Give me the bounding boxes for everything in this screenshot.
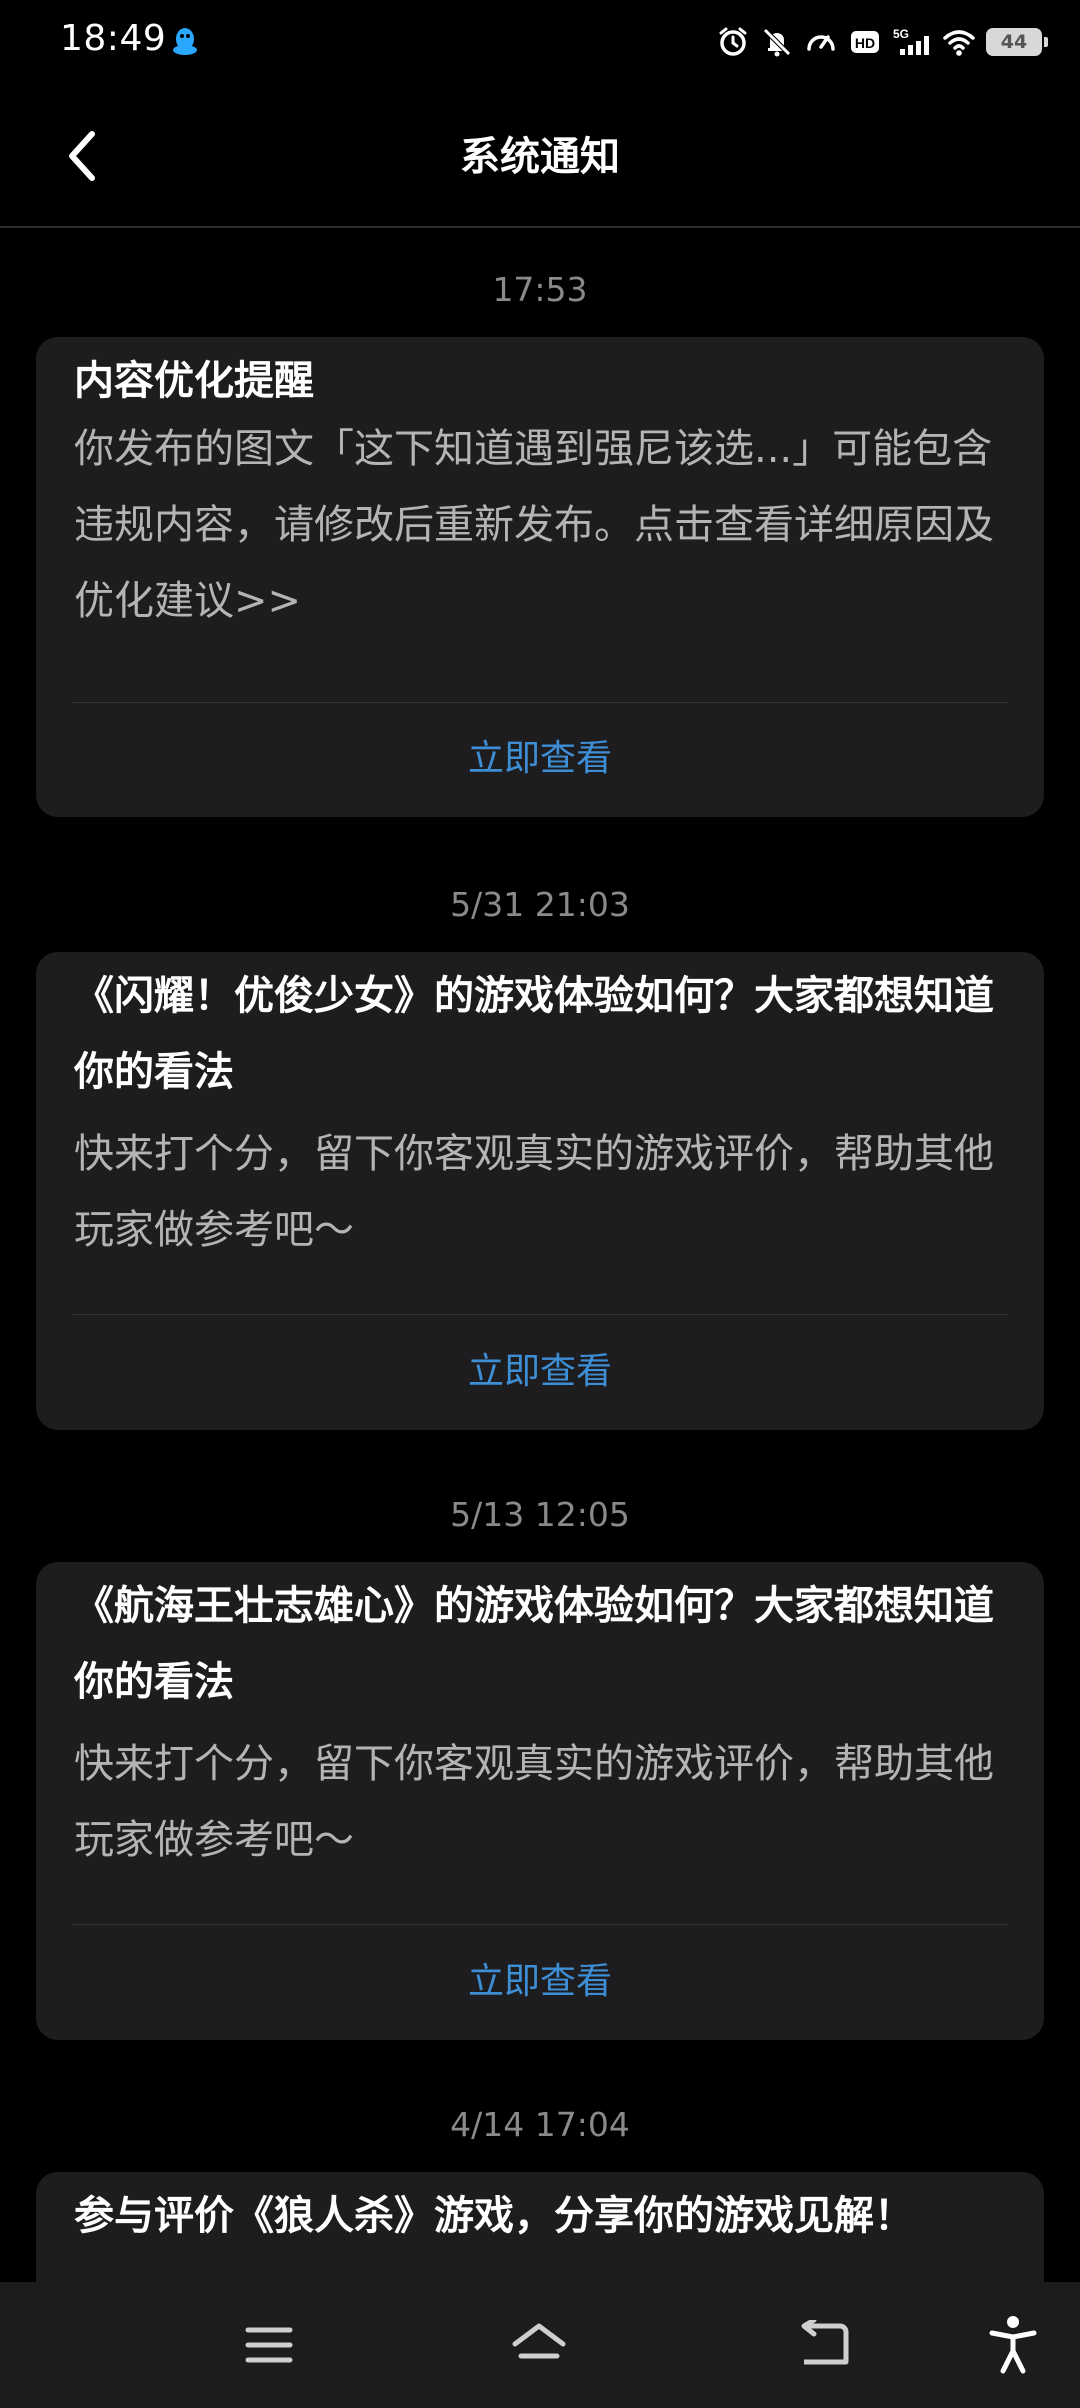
- view-now-link[interactable]: 立即查看: [36, 1952, 1044, 2004]
- svg-text:HD: HD: [855, 35, 875, 51]
- card-divider: [72, 702, 1008, 703]
- card-divider: [72, 1314, 1008, 1315]
- qq-penguin-icon: [173, 28, 197, 55]
- system-nav-bar: [0, 2282, 1080, 2408]
- alarm-icon: [719, 27, 747, 56]
- accessibility-button[interactable]: [980, 2312, 1046, 2378]
- status-time: 18:49: [60, 18, 167, 59]
- card-divider: [72, 1924, 1008, 1925]
- data-saver-icon: [807, 35, 835, 51]
- wifi-icon: [943, 30, 975, 56]
- notification-title: 《航海王壮志雄心》的游戏体验如何？大家都想知道你的看法: [74, 1583, 994, 1705]
- notification-timestamp: 5/31 21:03: [450, 885, 630, 924]
- notification-card[interactable]: 内容优化提醒 你发布的图文「这下知道遇到强尼该选...」可能包含违规内容，请修改…: [36, 337, 1044, 817]
- notification-timestamp: 4/14 17:04: [450, 2105, 630, 2144]
- status-icons: HD 5G 44: [716, 20, 1048, 64]
- svg-text:5G: 5G: [893, 27, 909, 41]
- notification-title: 内容优化提醒: [74, 358, 314, 404]
- view-now-link[interactable]: 立即查看: [36, 1342, 1044, 1394]
- battery-indicator: 44: [986, 28, 1048, 56]
- menu-button[interactable]: [236, 2312, 302, 2378]
- notification-timestamp: 17:53: [492, 270, 588, 309]
- notification-body: 快来打个分，留下你客观真实的游戏评价，帮助其他玩家做参考吧～: [74, 1131, 994, 1253]
- home-button[interactable]: [506, 2312, 572, 2378]
- hd-icon: HD: [851, 31, 879, 53]
- home-icon: [512, 2323, 566, 2359]
- mute-icon: [763, 28, 791, 57]
- notification-card[interactable]: 《航海王壮志雄心》的游戏体验如何？大家都想知道你的看法 快来打个分，留下你客观真…: [36, 1562, 1044, 2040]
- notification-card[interactable]: 参与评价《狼人杀》游戏，分享你的游戏见解！: [36, 2172, 1044, 2282]
- notification-timestamp: 5/13 12:05: [450, 1495, 630, 1534]
- notification-title: 《闪耀！优俊少女》的游戏体验如何？大家都想知道你的看法: [74, 973, 994, 1095]
- back-icon: [801, 2320, 849, 2365]
- view-now-link[interactable]: 立即查看: [36, 729, 1044, 781]
- notification-body: 你发布的图文「这下知道遇到强尼该选...」可能包含违规内容，请修改后重新发布。点…: [74, 426, 994, 624]
- menu-icon: [245, 2327, 293, 2363]
- title-bar: 系统通知: [0, 84, 1080, 228]
- back-nav-button[interactable]: [792, 2312, 858, 2378]
- page-title: 系统通知: [460, 134, 620, 180]
- status-bar: 18:49 HD 5G 44: [0, 0, 1080, 84]
- notification-card[interactable]: 《闪耀！优俊少女》的游戏体验如何？大家都想知道你的看法 快来打个分，留下你客观真…: [36, 952, 1044, 1430]
- notification-title: 参与评价《狼人杀》游戏，分享你的游戏见解！: [74, 2193, 914, 2239]
- accessibility-icon: [989, 2316, 1037, 2374]
- notification-feed[interactable]: 17:53 内容优化提醒 你发布的图文「这下知道遇到强尼该选...」可能包含违规…: [0, 230, 1080, 2282]
- notification-body: 快来打个分，留下你客观真实的游戏评价，帮助其他玩家做参考吧～: [74, 1741, 994, 1863]
- 5g-signal-icon: 5G: [893, 27, 929, 55]
